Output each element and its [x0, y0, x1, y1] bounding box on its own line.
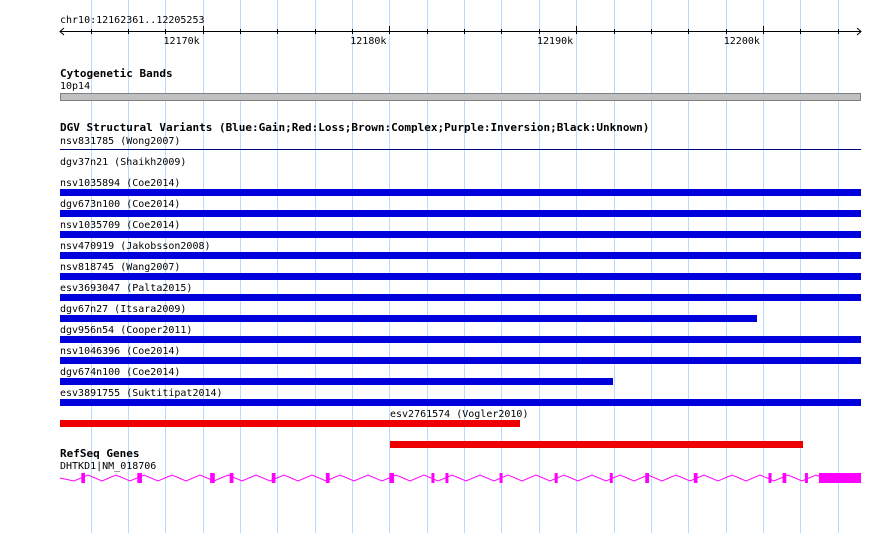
gene-exon [554, 473, 558, 483]
gene-exon [818, 473, 861, 483]
gene-exon [431, 473, 435, 483]
gene-exon [210, 473, 215, 483]
gene-exon [768, 473, 772, 483]
gene-exon [804, 473, 808, 483]
gene-exon [81, 473, 86, 483]
gene-exon [229, 473, 234, 483]
gene-exon [693, 473, 698, 483]
gene-exon [137, 473, 142, 483]
gene-exon [609, 473, 613, 483]
gene-exon [782, 473, 787, 483]
gene-exon [271, 473, 276, 483]
gene-exon [445, 473, 449, 483]
gene-model[interactable] [0, 0, 890, 533]
gene-exon [389, 473, 395, 483]
gene-exon [645, 473, 649, 483]
gene-exon [325, 473, 330, 483]
gene-exon [499, 473, 503, 483]
gene-intron-line [59, 474, 859, 482]
